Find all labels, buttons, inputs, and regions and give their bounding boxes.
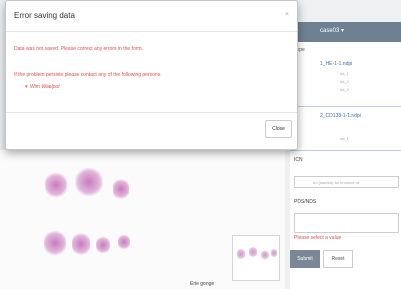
reset-button[interactable]: Reset xyxy=(323,250,353,268)
modal-footer: Close xyxy=(6,112,297,150)
tissue-sample xyxy=(75,168,103,196)
divider xyxy=(290,106,401,107)
error-message: Data was not saved. Please correct any e… xyxy=(14,46,143,52)
contact-person: Wim Waelput xyxy=(30,84,60,90)
modal-header: Error saving data × xyxy=(6,1,297,32)
close-icon[interactable]: × xyxy=(285,11,289,18)
submit-button[interactable]: Submit xyxy=(290,250,320,268)
tissue-sample xyxy=(44,230,66,256)
icn-label: ICN xyxy=(294,157,303,163)
modal-title: Error saving data xyxy=(14,11,75,20)
tissue-sample xyxy=(118,234,130,250)
error-modal: Error saving data × Data was not saved. … xyxy=(5,0,298,150)
annotation-item[interactable]: #a_1 xyxy=(340,136,349,141)
validation-error: Please select a value xyxy=(294,235,342,241)
thumbnail-sample xyxy=(249,246,257,258)
tissue-sample xyxy=(96,236,110,254)
tissue-sample xyxy=(45,172,67,198)
overview-thumbnail[interactable] xyxy=(232,235,280,281)
thumbnail-sample xyxy=(271,248,277,258)
pds-label: PDS/NDS xyxy=(294,199,317,205)
slide-link[interactable]: 2_CD138-1-1.ndpi xyxy=(320,113,361,119)
icn-select[interactable]: no (started) for immune ra xyxy=(294,176,399,188)
close-button[interactable]: Close xyxy=(265,120,292,138)
footer-label: Erie gonge xyxy=(190,281,215,287)
annotation-item[interactable]: #a_1 xyxy=(340,71,349,76)
bullet-icon: ▾ xyxy=(25,84,28,90)
pds-select[interactable] xyxy=(294,213,399,233)
tissue-sample xyxy=(72,232,90,256)
thumbnail-sample xyxy=(237,248,245,260)
annotation-item[interactable]: #a_3 xyxy=(340,87,349,92)
thumbnail-sample xyxy=(261,250,269,260)
annotation-item[interactable]: #a_2 xyxy=(340,79,349,84)
contact-message: If the problem persists please contact a… xyxy=(14,72,162,78)
tissue-sample xyxy=(113,178,129,200)
case-select[interactable]: case03 ▾ xyxy=(320,27,344,34)
slide-link[interactable]: 1_HE-1-1.ndpi xyxy=(320,61,352,67)
case-header xyxy=(290,22,401,42)
divider xyxy=(290,150,401,151)
